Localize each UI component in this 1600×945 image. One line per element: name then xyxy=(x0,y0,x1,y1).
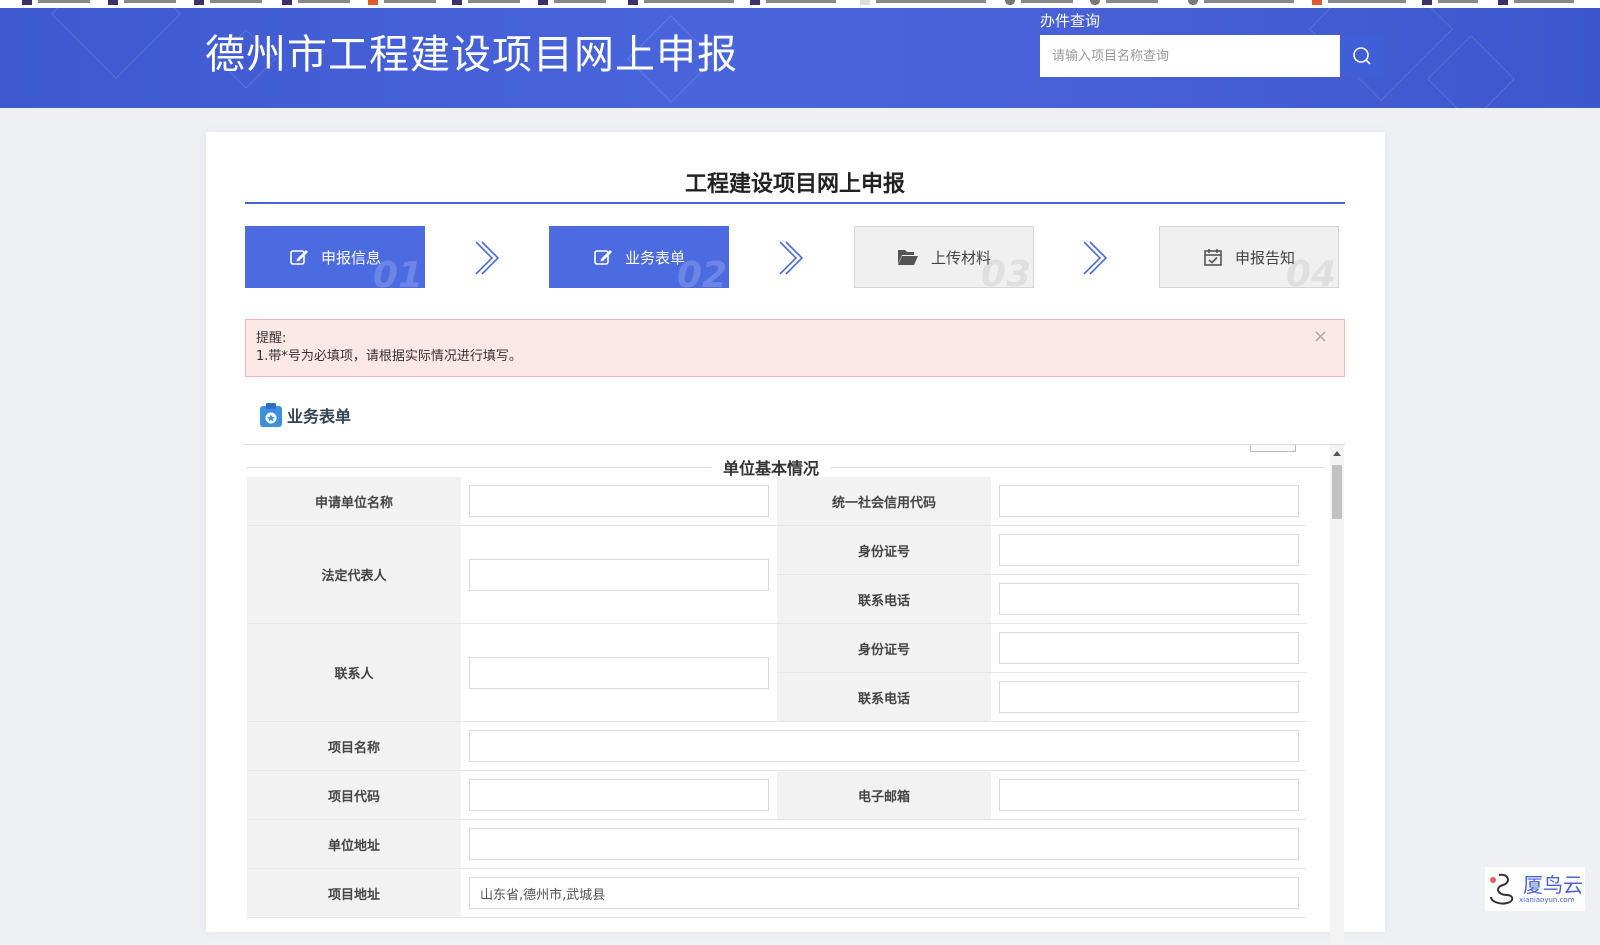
contact-cell xyxy=(461,624,777,722)
header-banner: 德州市工程建设项目网上申报 办件查询 xyxy=(0,8,1600,108)
legal-rep-input[interactable] xyxy=(469,558,769,591)
credit-code-label: 统一社会信用代码 xyxy=(777,477,991,526)
watermark-subtext: xianiaoyun.com xyxy=(1519,895,1575,904)
contact-label: 联系人 xyxy=(247,624,461,722)
bookmark-item[interactable] xyxy=(750,0,836,6)
credit-code-cell xyxy=(991,477,1307,526)
watermark-text: 厦鸟云 xyxy=(1523,872,1583,897)
credit-code-input[interactable] xyxy=(999,485,1299,517)
step-number: 03 xyxy=(980,254,1031,288)
unit-address-label: 单位地址 xyxy=(247,820,461,869)
bookmark-item[interactable] xyxy=(1005,0,1073,6)
calendar-check-icon xyxy=(1203,247,1223,267)
email-input[interactable] xyxy=(999,779,1299,811)
chevron-right-icon xyxy=(1083,241,1108,275)
bookmark-item[interactable] xyxy=(538,0,606,6)
project-address-cell xyxy=(461,869,1307,918)
reminder-text: 1.带*号为必填项，请根据实际情况进行填写。 xyxy=(256,349,522,364)
bookmark-item[interactable] xyxy=(628,0,734,6)
close-icon[interactable]: × xyxy=(1313,328,1328,346)
unit-address-cell xyxy=(461,820,1307,869)
fieldset-legend: 单位基本情况 xyxy=(711,455,832,479)
bookmark-item[interactable] xyxy=(108,0,176,6)
search-input[interactable] xyxy=(1040,35,1340,77)
section-title: 业务表单 xyxy=(287,407,352,426)
legal-rep-label: 法定代表人 xyxy=(247,526,461,624)
chevron-right-icon xyxy=(475,241,500,275)
project-code-label: 项目代码 xyxy=(247,771,461,820)
contact-phone-cell xyxy=(991,673,1307,722)
bookmark-item[interactable] xyxy=(1090,0,1158,6)
contact-id-label: 身份证号 xyxy=(777,624,991,673)
project-name-cell xyxy=(461,722,1307,771)
legal-phone-cell xyxy=(991,575,1307,624)
page-title: 工程建设项目网上申报 xyxy=(245,166,1345,204)
step-number: 02 xyxy=(676,255,727,288)
bookmark-item[interactable] xyxy=(1312,0,1406,6)
step-apply-info[interactable]: 申报信息 01 xyxy=(245,226,425,288)
chevron-right-icon xyxy=(779,241,804,275)
section-header: 业务表单 xyxy=(259,402,351,428)
project-name-input[interactable] xyxy=(469,730,1299,762)
contact-input[interactable] xyxy=(469,656,769,689)
scroll-up-icon[interactable] xyxy=(1333,451,1341,456)
bookmark-item[interactable] xyxy=(282,0,350,6)
legal-phone-input[interactable] xyxy=(999,583,1299,615)
business-form: 单位基本情况 申请单位名称 统一社会信用代码 法定代表人 身份证号 联系电话 联… xyxy=(245,445,1345,945)
folder-open-icon xyxy=(897,248,919,266)
bird-logo-icon xyxy=(1490,873,1514,905)
project-code-cell xyxy=(461,771,777,820)
bookmark-item[interactable] xyxy=(452,0,520,6)
edit-icon xyxy=(289,247,309,267)
bookmark-item[interactable] xyxy=(194,0,262,6)
step-number: 01 xyxy=(372,255,423,288)
search-label: 办件查询 xyxy=(1040,12,1101,30)
form-scrollbar[interactable] xyxy=(1330,445,1344,945)
banner-decoration xyxy=(50,8,182,80)
project-address-label: 项目地址 xyxy=(247,869,461,918)
scrollbar-thumb[interactable] xyxy=(1332,465,1342,519)
legal-phone-label: 联系电话 xyxy=(777,575,991,624)
step-number: 04 xyxy=(1285,254,1336,288)
bookmark-item[interactable] xyxy=(22,0,90,6)
reminder-title: 提醒: xyxy=(256,331,287,346)
project-code-input[interactable] xyxy=(469,779,769,811)
project-name-label: 项目名称 xyxy=(247,722,461,771)
step-upload-materials[interactable]: 上传材料 03 xyxy=(854,226,1034,288)
bookmark-item[interactable] xyxy=(368,0,436,6)
project-address-input[interactable] xyxy=(469,877,1299,909)
legal-id-cell xyxy=(991,526,1307,575)
collapse-handle[interactable] xyxy=(1250,445,1296,452)
contact-id-cell xyxy=(991,624,1307,673)
contact-phone-label: 联系电话 xyxy=(777,673,991,722)
bookmarks-bar xyxy=(0,0,1600,8)
applicant-name-cell xyxy=(461,477,777,526)
clipboard-icon xyxy=(259,402,283,428)
banner-decoration xyxy=(1427,35,1515,108)
applicant-name-label: 申请单位名称 xyxy=(247,477,461,526)
edit-icon xyxy=(593,247,613,267)
legal-id-label: 身份证号 xyxy=(777,526,991,575)
reminder-alert: 提醒: 1.带*号为必填项，请根据实际情况进行填写。 × xyxy=(245,319,1345,377)
search-icon xyxy=(1353,47,1371,65)
email-cell xyxy=(991,771,1307,820)
site-title: 德州市工程建设项目网上申报 xyxy=(205,32,738,78)
watermark-logo: 厦鸟云 xianiaoyun.com xyxy=(1485,867,1585,911)
bookmark-item[interactable] xyxy=(1188,0,1294,6)
step-notice[interactable]: 申报告知 04 xyxy=(1159,226,1339,288)
bookmark-item[interactable] xyxy=(860,0,986,6)
contact-phone-input[interactable] xyxy=(999,681,1299,713)
legal-rep-cell xyxy=(461,526,777,624)
search-button[interactable] xyxy=(1340,35,1384,77)
main-card: 工程建设项目网上申报 申报信息 01 业务表单 02 上传材料 03 申报告知 xyxy=(206,132,1385,945)
contact-id-input[interactable] xyxy=(999,632,1299,664)
unit-address-input[interactable] xyxy=(469,828,1299,860)
bookmark-item[interactable] xyxy=(1498,0,1574,6)
step-business-form[interactable]: 业务表单 02 xyxy=(549,226,729,288)
email-label: 电子邮箱 xyxy=(777,771,991,820)
applicant-name-input[interactable] xyxy=(469,485,769,517)
legal-id-input[interactable] xyxy=(999,534,1299,566)
bookmark-item[interactable] xyxy=(1422,0,1478,6)
